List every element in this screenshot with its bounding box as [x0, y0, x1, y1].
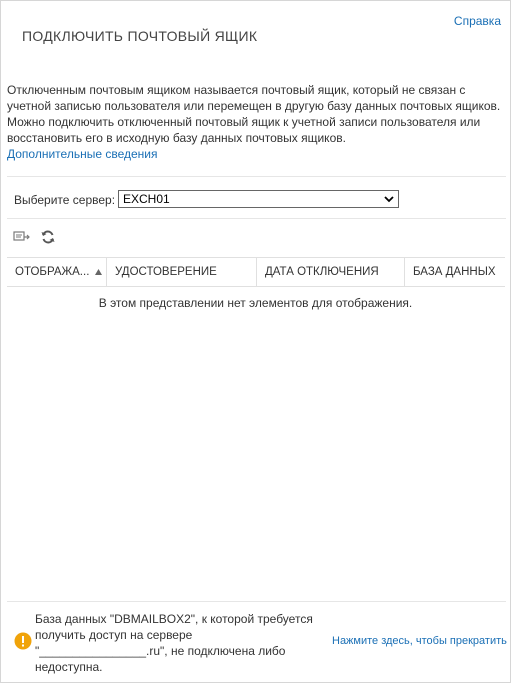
- chevron-down-icon: [384, 196, 394, 203]
- sort-ascending-icon: [95, 269, 102, 275]
- notice-text: База данных "DBMAILBOX2", к которой треб…: [35, 612, 313, 674]
- description-text: Отключенным почтовым ящиком называется п…: [7, 83, 501, 145]
- more-info-link[interactable]: Дополнительные сведения: [7, 147, 157, 161]
- server-selected-value: EXCH01: [123, 192, 170, 206]
- column-header-identity[interactable]: УДОСТОВЕРЕНИЕ: [106, 258, 256, 286]
- empty-table-message: В этом представлении нет элементов для о…: [98, 296, 413, 310]
- connect-mailbox-icon[interactable]: [13, 229, 31, 245]
- stop-link[interactable]: Нажмите здесь, чтобы прекратить: [332, 635, 507, 647]
- server-label: Выберите сервер:: [14, 193, 116, 207]
- page-title: ПОДКЛЮЧИТЬ ПОЧТОВЫЙ ЯЩИК: [22, 28, 258, 44]
- divider: [7, 218, 506, 219]
- column-header-display-name[interactable]: ОТОБРАЖА...: [7, 258, 106, 286]
- divider: [7, 176, 506, 177]
- column-header-database[interactable]: БАЗА ДАННЫХ: [404, 258, 505, 286]
- server-select[interactable]: EXCH01: [118, 190, 399, 208]
- help-link[interactable]: Справка: [454, 14, 501, 28]
- column-header-disconnect-date[interactable]: ДАТА ОТКЛЮЧЕНИЯ: [256, 258, 404, 286]
- table-header: ОТОБРАЖА... УДОСТОВЕРЕНИЕ ДАТА ОТКЛЮЧЕНИ…: [7, 257, 505, 287]
- refresh-icon[interactable]: [39, 229, 57, 245]
- divider: [7, 601, 506, 602]
- warning-icon: [14, 632, 32, 650]
